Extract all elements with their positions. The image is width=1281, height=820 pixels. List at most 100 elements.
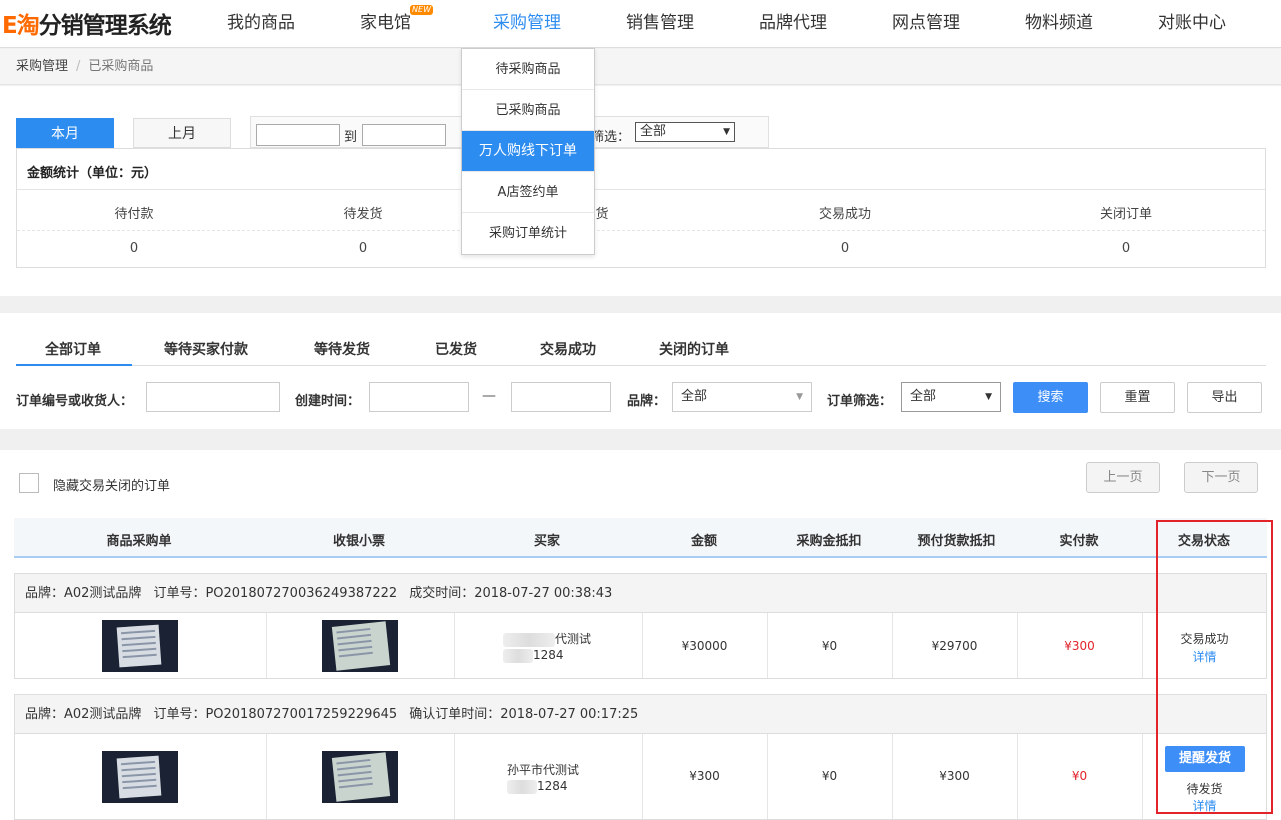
amount-value: ¥300 <box>689 769 720 783</box>
nav-item-reconciliation-center[interactable]: 对账中心 <box>1158 8 1226 33</box>
prepaid-deduct-value: ¥300 <box>939 769 970 783</box>
nav-item-brand-agency[interactable]: 品牌代理 <box>759 8 827 33</box>
end-date-input[interactable] <box>362 124 446 146</box>
export-button[interactable]: 导出 <box>1187 382 1262 413</box>
nav-item-appliance-hall[interactable]: 家电馆 NEW <box>360 5 433 33</box>
new-badge: NEW <box>410 5 433 15</box>
stat-label-trade-success: 交易成功 <box>818 207 871 222</box>
tabs-divider <box>16 365 1266 366</box>
blurred-text <box>507 779 537 794</box>
nav-item-sales-management[interactable]: 销售管理 <box>626 8 694 33</box>
purchase-deduct-value: ¥0 <box>821 769 838 783</box>
breadcrumb-separator: / <box>76 59 81 74</box>
to-label: 到 <box>344 130 358 145</box>
receipt-image[interactable] <box>322 751 398 803</box>
column-header: 收银小票 <box>332 534 385 549</box>
create-time-end-input[interactable] <box>511 382 611 412</box>
tab-awaiting-shipment[interactable]: 等待发货 <box>314 339 370 359</box>
buyer-info: 孙平市代测试 1284 <box>507 763 580 794</box>
tab-last-month[interactable]: 上月 <box>133 118 231 148</box>
tab-closed-orders[interactable]: 关闭的订单 <box>659 339 729 359</box>
stat-value-pending-payment: 0 <box>129 241 139 256</box>
filter-label: 筛选： <box>591 130 631 145</box>
create-time-start-input[interactable] <box>369 382 469 412</box>
tab-this-month[interactable]: 本月 <box>16 118 114 148</box>
amount-value: ¥30000 <box>681 639 728 653</box>
start-date-input[interactable] <box>256 124 340 146</box>
menu-item-offline-orders[interactable]: 万人购线下订单 <box>462 131 594 172</box>
divider <box>266 734 267 819</box>
menu-item-a-store-contract[interactable]: A店签约单 <box>462 172 594 213</box>
stat-label-pending-shipment: 待发货 <box>343 207 383 222</box>
paid-value: ¥0 <box>1071 769 1088 783</box>
brand-select[interactable]: 全部 ▼ <box>672 382 812 412</box>
column-header: 采购金抵扣 <box>796 534 862 549</box>
order-number: 订单号：PO201807270017259229645 <box>153 707 398 722</box>
menu-item-pending-purchase[interactable]: 待采购商品 <box>462 49 594 90</box>
order-no-input[interactable] <box>146 382 280 412</box>
dropdown-arrow-icon: ▼ <box>723 127 730 137</box>
stat-value-trade-success: 0 <box>840 241 850 256</box>
order-brand: 品牌：A02测试品牌 <box>25 707 142 722</box>
order-filter-label: 订单筛选： <box>827 394 893 409</box>
receipt-image[interactable] <box>322 620 398 672</box>
column-header: 商品采购单 <box>106 534 172 549</box>
tab-all-orders[interactable]: 全部订单 <box>45 339 101 359</box>
tab-awaiting-payment[interactable]: 等待买家付款 <box>164 339 248 359</box>
purchase-management-dropdown: 待采购商品 已采购商品 万人购线下订单 A店签约单 采购订单统计 <box>461 48 595 255</box>
order-no-label: 订单编号或收货人： <box>16 394 134 409</box>
nav-item-outlet-management[interactable]: 网点管理 <box>892 8 960 33</box>
next-page-button[interactable]: 下一页 <box>1184 462 1258 493</box>
nav-item-material-channel[interactable]: 物料频道 <box>1025 8 1093 33</box>
breadcrumb-current: 已采购商品 <box>88 59 154 74</box>
amount-stats-table: 金额统计（单位：元） 待付款 0 待发货 0 货 交易成功 0 关闭订单 0 <box>16 148 1266 268</box>
hide-closed-label: 隐藏交易关闭的订单 <box>53 479 171 494</box>
period-filter-select[interactable]: 全部 ▼ <box>635 122 735 142</box>
column-header: 实付款 <box>1059 534 1099 549</box>
breadcrumb-parent[interactable]: 采购管理 <box>16 59 68 74</box>
stats-title: 金额统计（单位：元） <box>27 166 158 181</box>
order-filter-select[interactable]: 全部 ▼ <box>901 382 1001 412</box>
order-filter-panel: 全部订单 等待买家付款 等待发货 已发货 交易成功 关闭的订单 订单编号或收货人… <box>0 313 1281 429</box>
status-column-highlight-frame <box>1156 520 1273 814</box>
reset-button[interactable]: 重置 <box>1100 382 1175 413</box>
top-header: E淘分销管理系统 我的商品 家电馆 NEW 采购管理 销售管理 品牌代理 网点管… <box>0 0 1281 48</box>
dropdown-arrow-icon: ▼ <box>985 392 992 402</box>
hide-closed-checkbox[interactable] <box>19 473 39 493</box>
dropdown-arrow-icon: ▼ <box>796 392 803 402</box>
purchase-deduct-value: ¥0 <box>821 639 838 653</box>
purchase-order-image[interactable] <box>102 751 178 803</box>
stat-label-pending-payment: 待付款 <box>114 207 154 222</box>
menu-item-purchased[interactable]: 已采购商品 <box>462 90 594 131</box>
search-button[interactable]: 搜索 <box>1013 382 1088 413</box>
order-header: 品牌：A02测试品牌 订单号：PO201807270017259229645 确认订… <box>15 695 1266 734</box>
blurred-text <box>503 648 533 663</box>
create-time-label: 创建时间： <box>295 394 361 409</box>
divider <box>454 734 455 819</box>
tab-trade-success[interactable]: 交易成功 <box>540 339 596 359</box>
menu-item-purchase-stats[interactable]: 采购订单统计 <box>462 213 594 254</box>
nav-item-my-products[interactable]: 我的商品 <box>227 8 295 33</box>
nav-item-purchase-management[interactable]: 采购管理 <box>493 8 561 33</box>
column-header: 金额 <box>690 534 717 549</box>
buyer-info: 代测试 1284 <box>503 631 591 663</box>
order-brand: 品牌：A02测试品牌 <box>25 586 142 601</box>
divider <box>17 230 1265 231</box>
order-row: 品牌：A02测试品牌 订单号：PO201807270017259229645 确认订… <box>14 694 1267 820</box>
tab-shipped[interactable]: 已发货 <box>435 339 477 359</box>
column-header: 买家 <box>533 534 560 549</box>
prev-page-button[interactable]: 上一页 <box>1086 462 1160 493</box>
range-dash: — <box>482 388 496 404</box>
order-time: 确认订单时间：2018-07-27 00:17:25 <box>409 707 639 722</box>
stat-value-closed-orders: 0 <box>1121 241 1131 256</box>
divider <box>266 613 267 678</box>
app-logo[interactable]: E淘分销管理系统 <box>2 6 172 40</box>
order-header: 品牌：A02测试品牌 订单号：PO201807270036249387222 成交时… <box>15 574 1266 613</box>
breadcrumb: 采购管理 / 已采购商品 <box>0 49 1281 85</box>
divider <box>17 189 1265 190</box>
stat-label-closed-orders: 关闭订单 <box>1099 207 1152 222</box>
brand-label: 品牌： <box>627 394 667 409</box>
purchase-order-image[interactable] <box>102 620 178 672</box>
blurred-text <box>503 632 555 647</box>
divider <box>454 613 455 678</box>
